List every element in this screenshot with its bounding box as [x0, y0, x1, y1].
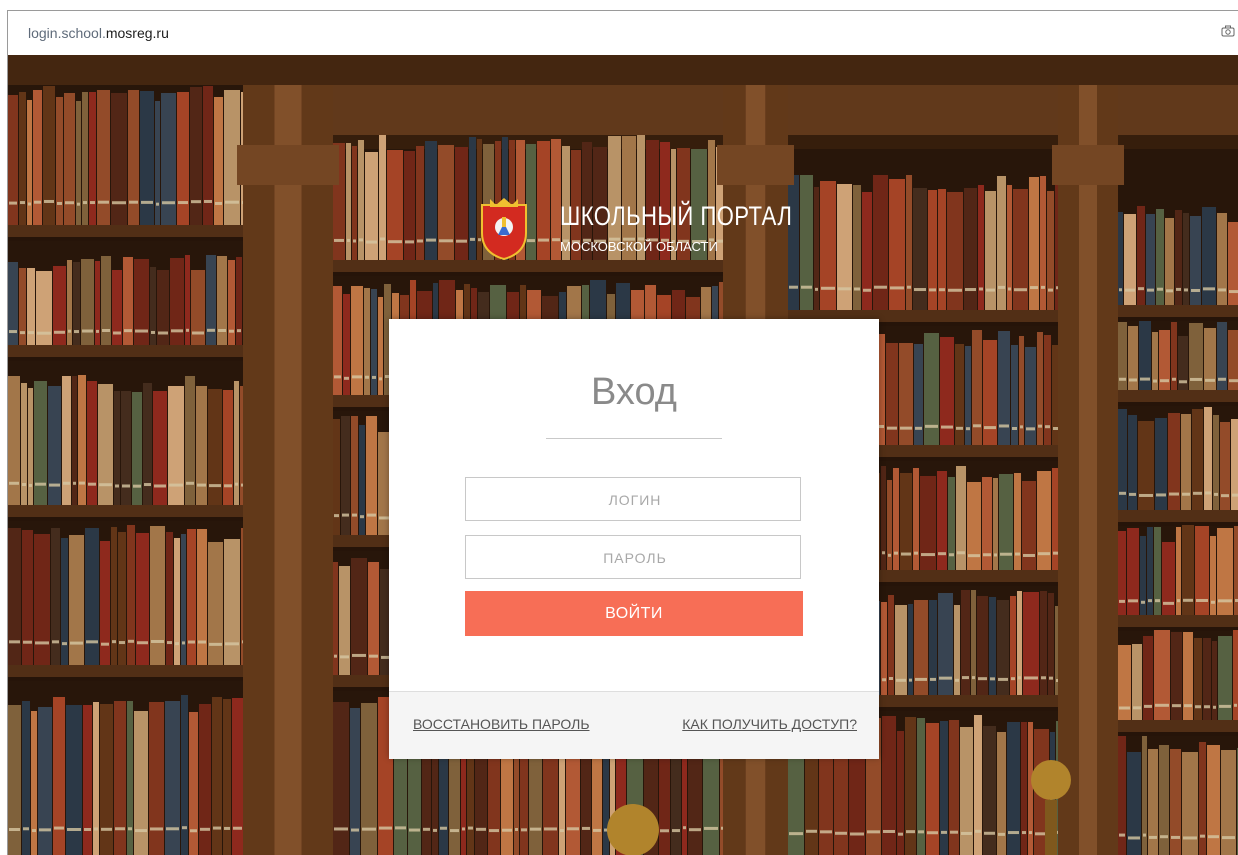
browser-frame: login.school.mosreg.ru ШКОЛЬНЫЙ ПОРТАЛ М…: [7, 10, 1238, 855]
portal-title: ШКОЛЬНЫЙ ПОРТАЛ: [560, 201, 793, 231]
how-to-get-access-link[interactable]: КАК ПОЛУЧИТЬ ДОСТУП?: [682, 716, 857, 732]
login-field[interactable]: [465, 477, 804, 522]
restore-password-link[interactable]: ВОССТАНОВИТЬ ПАРОЛЬ: [413, 716, 590, 732]
url-domain: mosreg.ru: [105, 25, 169, 41]
login-heading: Вход: [591, 371, 677, 413]
address-bar[interactable]: login.school.mosreg.ru: [8, 11, 1238, 55]
login-button[interactable]: ВОЙТИ: [465, 591, 803, 636]
card-footer: ВОССТАНОВИТЬ ПАРОЛЬ КАК ПОЛУЧИТЬ ДОСТУП?: [389, 691, 879, 759]
password-input[interactable]: [466, 536, 804, 580]
url-text[interactable]: login.school.mosreg.ru: [28, 25, 169, 41]
password-field[interactable]: [465, 535, 804, 580]
login-input[interactable]: [466, 478, 804, 522]
library-background: ШКОЛЬНЫЙ ПОРТАЛ МОСКОВСКОЙ ОБЛАСТИ Вход …: [8, 55, 1238, 855]
portal-subtitle: МОСКОВСКОЙ ОБЛАСТИ: [560, 239, 718, 254]
portal-brand: ШКОЛЬНЫЙ ПОРТАЛ МОСКОВСКОЙ ОБЛАСТИ: [478, 197, 838, 269]
heading-divider: [546, 438, 722, 439]
login-card: Вход ВОЙТИ ВОССТАНОВИТЬ ПАРОЛЬ КАК ПОЛУЧ…: [389, 319, 879, 759]
moscow-oblast-emblem-icon: [481, 198, 527, 261]
camera-icon[interactable]: [1221, 25, 1235, 37]
url-prefix: login.school.: [28, 25, 106, 41]
